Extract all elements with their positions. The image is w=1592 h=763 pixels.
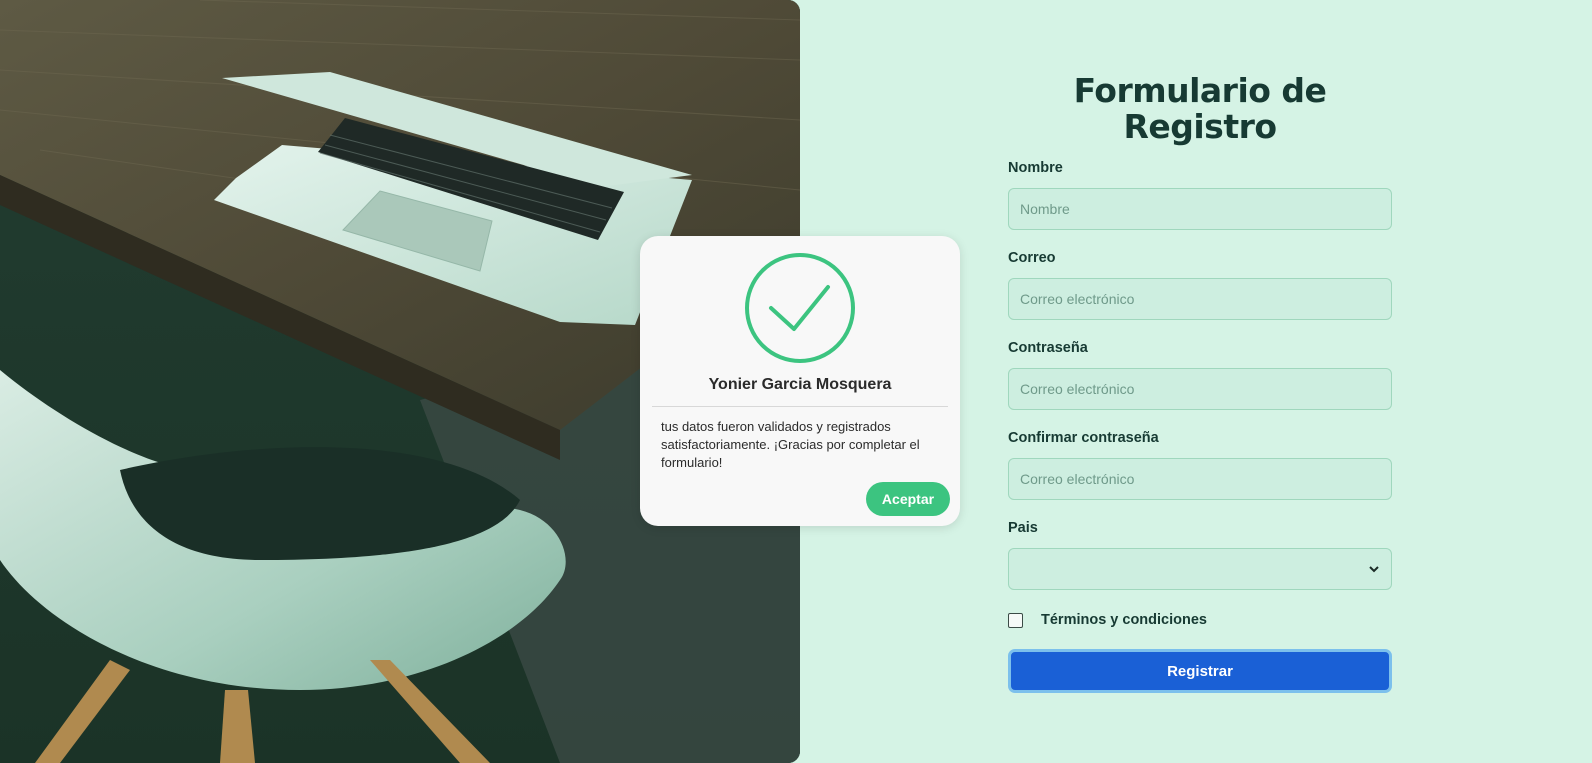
password-input[interactable] [1008,368,1392,410]
registrar-button[interactable]: Registrar [1008,649,1392,693]
confirm-password-input[interactable] [1008,458,1392,500]
modal-user-name: Yonier Garcia Mosquera [708,376,892,393]
terms-row: Términos y condiciones [1008,612,1207,628]
chevron-down-icon [1369,566,1379,573]
success-modal: Yonier Garcia Mosquera tus datos fueron … [640,236,960,526]
aceptar-button[interactable]: Aceptar [866,482,950,516]
password-label: Contraseña [1008,340,1088,356]
confirm-password-label: Confirmar contraseña [1008,430,1159,446]
terms-checkbox[interactable] [1008,612,1023,628]
form-title-line-1: Formulario de [1073,71,1327,110]
nombre-label: Nombre [1008,160,1063,176]
pais-select[interactable] [1008,548,1392,590]
terms-label: Términos y condiciones [1041,612,1207,628]
nombre-input[interactable] [1008,188,1392,230]
form-title-line-2: Registro [1123,107,1277,146]
correo-label: Correo [1008,250,1056,266]
modal-divider [652,406,948,407]
pais-label: Pais [1008,520,1038,536]
correo-input[interactable] [1008,278,1392,320]
modal-message: tus datos fueron validados y registrados… [661,419,920,470]
check-circle-icon [745,253,855,363]
registration-form: Formulario de Registro Nombre Correo Con… [1008,0,1392,693]
form-title: Formulario de Registro [1008,73,1392,145]
